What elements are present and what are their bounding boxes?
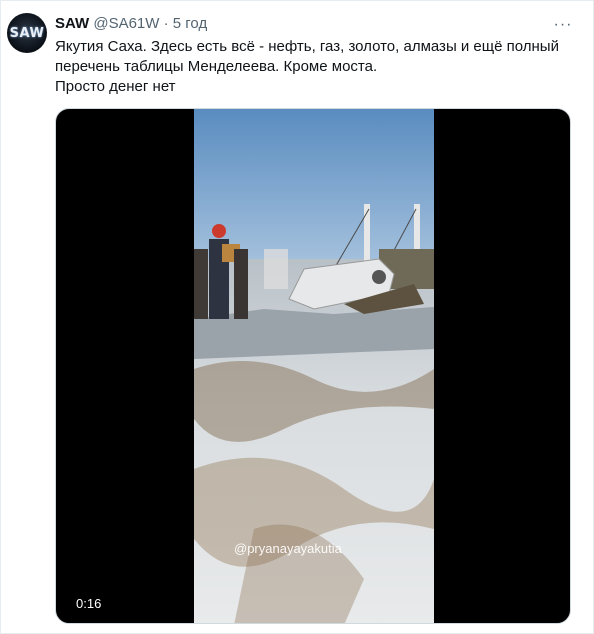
video-player[interactable]: @pryanayayakutia 0:16 (55, 108, 571, 624)
more-options-button[interactable]: ··· (553, 15, 573, 35)
display-name[interactable]: SAW (55, 15, 89, 32)
avatar-logo-text: SAW (9, 25, 45, 41)
tweet-text-line-3: Просто денег нет (55, 78, 176, 95)
video-frame[interactable]: @pryanayayakutia (194, 109, 434, 623)
tweet-text-line-2: перечень таблицы Менделеева. Кроме моста… (55, 58, 378, 75)
video-duration-badge: 0:16 (72, 595, 106, 612)
timestamp[interactable]: 5 год (173, 15, 207, 32)
avatar[interactable]: SAW (7, 13, 47, 53)
tweet-text-line-1: Якутия Саха. Здесь есть всё - нефть, газ… (55, 38, 559, 55)
header-separator: · (163, 15, 169, 32)
user-handle[interactable]: @SA61W (93, 15, 159, 32)
tweet-text: Якутия Саха. Здесь есть всё - нефть, газ… (55, 37, 575, 97)
tweet-header: SAW @SA61W · 5 год (55, 14, 207, 34)
video-watermark: @pryanayayakutia (234, 541, 342, 556)
tweet-card[interactable]: SAW SAW @SA61W · 5 год ··· Якутия Саха. … (0, 0, 594, 634)
ellipsis-icon: ··· (553, 16, 573, 33)
